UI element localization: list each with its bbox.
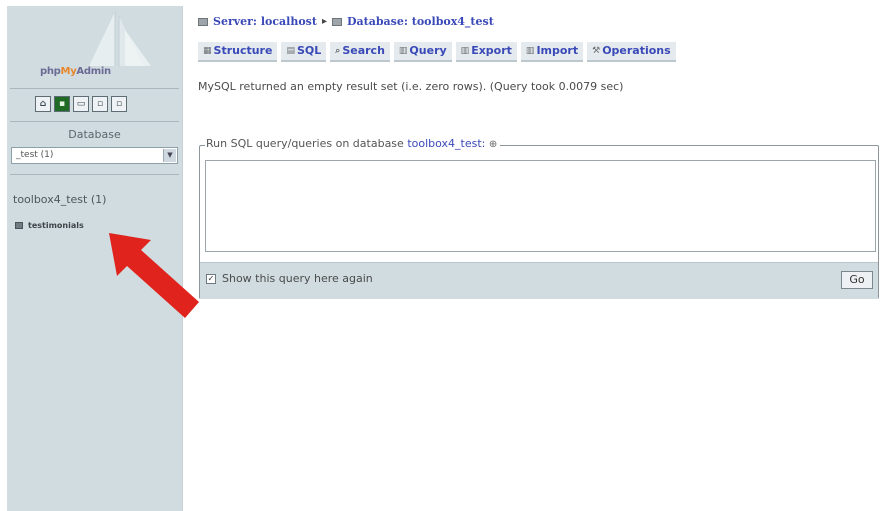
tab-label: Structure <box>213 44 273 57</box>
breadcrumb-separator: ▸ <box>321 16 327 27</box>
phpmyadmin-logo[interactable]: phpMyAdmin <box>7 6 182 88</box>
tab-export[interactable]: ▥ Export <box>455 42 517 62</box>
tab-query[interactable]: ▥ Query <box>393 42 452 62</box>
divider <box>10 121 179 122</box>
show-query-again-checkbox[interactable]: ✓ <box>206 273 216 284</box>
show-query-again-option[interactable]: ✓ Show this query here again <box>206 272 373 285</box>
operations-icon: ⚒ <box>592 45 601 56</box>
logo-my: My <box>60 66 77 77</box>
tab-label: Query <box>409 44 447 57</box>
tab-structure[interactable]: ▦ Structure <box>198 42 278 62</box>
show-query-again-label[interactable]: Show this query here again <box>222 272 373 285</box>
docs-icon[interactable]: ▫ <box>92 96 108 112</box>
tab-import[interactable]: ▥ Import <box>520 42 584 62</box>
database-name-link[interactable]: toolbox4_test (1) <box>13 193 106 206</box>
go-button[interactable]: Go <box>841 271 873 289</box>
database-select-value: _test (1) <box>16 150 54 160</box>
reload-icon[interactable]: ▫ <box>111 96 127 112</box>
tab-label: Search <box>342 44 385 57</box>
tab-label: Import <box>536 44 579 57</box>
tab-operations[interactable]: ⚒ Operations <box>587 42 676 62</box>
sql-query-textarea[interactable] <box>205 160 876 252</box>
logo-admin: Admin <box>76 66 111 77</box>
table-icon[interactable] <box>15 222 23 229</box>
logo-text: phpMyAdmin <box>40 66 111 77</box>
sql-query-icon[interactable]: ▪ <box>54 96 70 112</box>
nav-icon-row: ⌂ ▪ ▭ ▫ ▫ <box>35 96 127 112</box>
logo-php: php <box>40 66 61 77</box>
divider <box>10 88 179 89</box>
result-message: MySQL returned an empty result set (i.e.… <box>198 80 624 93</box>
search-icon: ⌕ <box>335 45 341 56</box>
chevron-down-icon[interactable]: ▼ <box>163 149 176 162</box>
red-annotation-arrow-icon <box>109 233 199 318</box>
help-icon[interactable]: ⊕ <box>489 139 497 150</box>
breadcrumb-database[interactable]: Database: toolbox4_test <box>347 15 494 28</box>
legend-prefix: Run SQL query/queries on database <box>206 137 404 150</box>
table-list-item[interactable]: testimonials <box>15 221 84 230</box>
tab-search[interactable]: ⌕ Search <box>330 42 390 62</box>
database-label: Database <box>68 128 121 141</box>
divider <box>10 174 179 175</box>
legend-database-link[interactable]: toolbox4_test: <box>407 137 485 150</box>
query-window-icon[interactable]: ▭ <box>73 96 89 112</box>
breadcrumb: Server: localhost ▸ Database: toolbox4_t… <box>198 15 494 28</box>
sql-query-legend: Run SQL query/queries on database toolbo… <box>205 137 501 150</box>
home-icon[interactable]: ⌂ <box>35 96 51 112</box>
tab-label: Operations <box>602 44 671 57</box>
database-select[interactable]: _test (1) ▼ <box>11 147 178 164</box>
server-icon <box>198 17 208 26</box>
query-icon: ▥ <box>398 45 408 56</box>
tab-label: Export <box>471 44 512 57</box>
sql-icon: ▤ <box>286 45 295 56</box>
import-icon: ▥ <box>525 45 535 56</box>
tab-bar: ▦ Structure ▤ SQL ⌕ Search ▥ Query ▥ Export ▥… <box>198 42 680 62</box>
export-icon: ▥ <box>460 45 470 56</box>
table-name[interactable]: testimonials <box>28 221 84 230</box>
structure-icon: ▦ <box>203 45 212 56</box>
database-icon <box>331 17 342 26</box>
tab-sql[interactable]: ▤ SQL <box>281 42 327 62</box>
tab-label: SQL <box>296 44 322 57</box>
breadcrumb-server[interactable]: Server: localhost <box>213 15 317 28</box>
sailboat-logo-icon <box>89 12 151 66</box>
